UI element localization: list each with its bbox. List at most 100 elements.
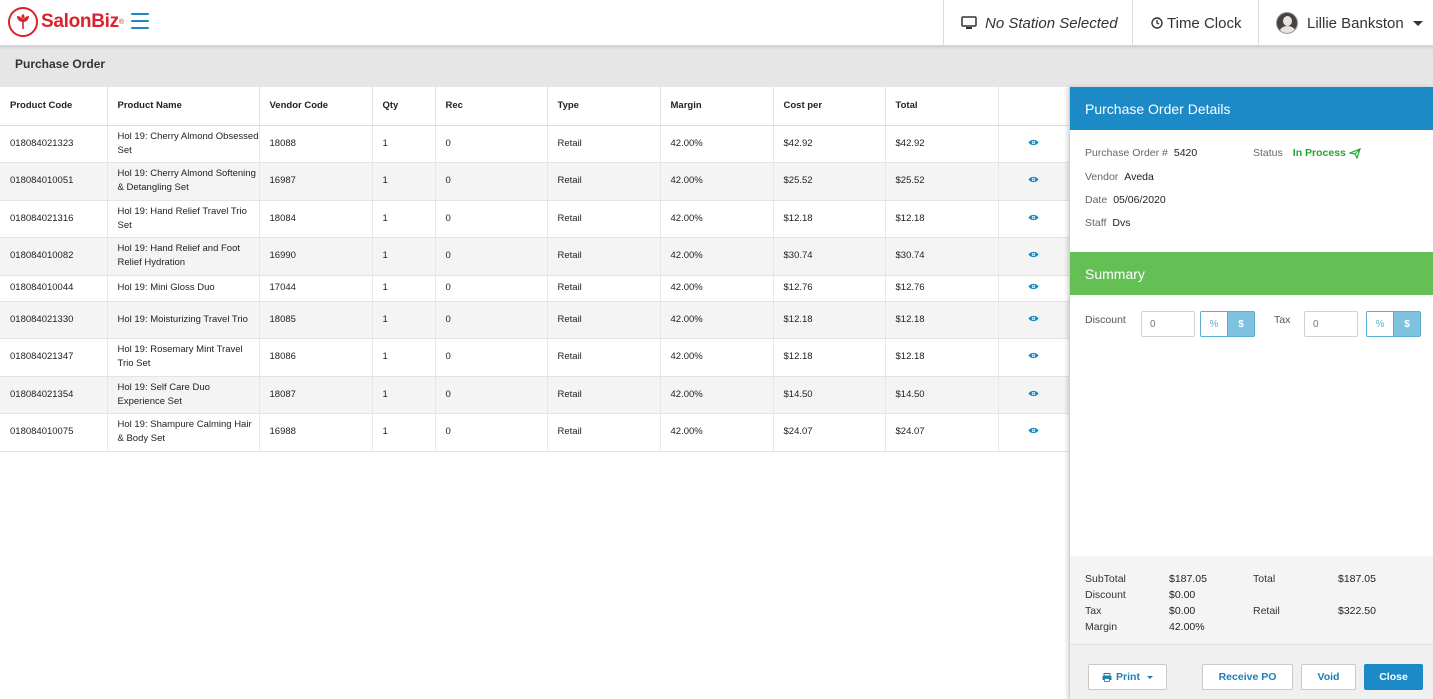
type-cell: Retail bbox=[547, 301, 661, 339]
station-selector[interactable]: No Station Selected bbox=[961, 0, 1118, 46]
type-cell: Retail bbox=[547, 338, 661, 377]
actions-cell bbox=[998, 275, 1070, 302]
column-header-vendor-code[interactable]: Vendor Code bbox=[259, 87, 373, 126]
total-value: $187.05 bbox=[1338, 573, 1376, 585]
type-cell: Retail bbox=[547, 237, 661, 276]
hamburger-menu-icon[interactable] bbox=[131, 13, 149, 29]
eye-icon[interactable] bbox=[1028, 174, 1039, 183]
eye-icon[interactable] bbox=[1028, 137, 1039, 145]
void-button[interactable]: Void bbox=[1301, 664, 1356, 690]
product-code-cell: 018084010082 bbox=[0, 237, 108, 276]
total-cell: $42.92 bbox=[885, 125, 999, 163]
chevron-down-icon bbox=[1412, 20, 1423, 26]
table-row[interactable]: 018084010051 Hol 19: Cherry Almond Soften… bbox=[0, 162, 1070, 201]
eye-icon[interactable] bbox=[1028, 313, 1039, 321]
column-header-margin[interactable]: Margin bbox=[660, 87, 774, 126]
topbar-divider bbox=[1258, 0, 1259, 46]
eye-icon[interactable] bbox=[1028, 281, 1039, 290]
total-cell: $12.76 bbox=[885, 275, 999, 302]
table-row[interactable]: 018084010044 Hol 19: Mini Gloss Duo 17044 1… bbox=[0, 275, 1070, 302]
type-cell: Retail bbox=[547, 275, 661, 302]
tax-input[interactable] bbox=[1304, 311, 1358, 337]
column-header-product-name[interactable]: Product Name bbox=[107, 87, 260, 126]
discount-dollar-button[interactable]: $ bbox=[1228, 312, 1254, 336]
eye-icon[interactable] bbox=[1028, 425, 1039, 434]
table-row[interactable]: 018084021323 Hol 19: Cherry Almond Obsess… bbox=[0, 125, 1070, 163]
table-row[interactable]: 018084021354 Hol 19: Self Care Duo Experi… bbox=[0, 376, 1070, 414]
product-name-cell: Hol 19: Hand Relief and Foot Relief Hydr… bbox=[107, 237, 260, 276]
salonbiz-logo-icon bbox=[8, 7, 38, 37]
column-header-cost-per[interactable]: Cost per bbox=[773, 87, 886, 126]
table-row[interactable]: 018084010082 Hol 19: Hand Relief and Foot… bbox=[0, 237, 1070, 276]
cost-per-cell: $12.18 bbox=[773, 338, 886, 377]
qty-cell: 1 bbox=[372, 162, 436, 201]
eye-icon[interactable] bbox=[1028, 350, 1039, 359]
actions-cell bbox=[998, 125, 1070, 163]
time-clock-button[interactable]: Time Clock bbox=[1151, 0, 1241, 46]
top-bar: SalonBiz ® No Station Selected Time Clock… bbox=[0, 0, 1433, 46]
column-header-qty[interactable]: Qty bbox=[372, 87, 436, 126]
summary-title: Summary bbox=[1070, 252, 1433, 295]
receive-po-button[interactable]: Receive PO bbox=[1202, 664, 1293, 690]
qty-cell: 1 bbox=[372, 301, 436, 339]
table-row[interactable]: 018084021330 Hol 19: Moisturizing Travel … bbox=[0, 301, 1070, 339]
tax-label: Tax bbox=[1274, 314, 1291, 326]
column-header-total[interactable]: Total bbox=[885, 87, 999, 126]
staff-label: Staff bbox=[1085, 217, 1107, 229]
order-details: Purchase Order # 5420 Status In Process … bbox=[1070, 130, 1433, 252]
cost-per-cell: $24.07 bbox=[773, 413, 886, 452]
eye-icon[interactable] bbox=[1028, 212, 1039, 220]
vendor-label: Vendor bbox=[1085, 171, 1119, 183]
print-button[interactable]: Print bbox=[1088, 664, 1167, 690]
po-number-label: Purchase Order # bbox=[1085, 147, 1168, 159]
logo-registered-mark: ® bbox=[118, 18, 125, 26]
discount-input[interactable] bbox=[1141, 311, 1195, 337]
vendor-row: Vendor Aveda bbox=[1085, 171, 1154, 183]
close-button[interactable]: Close bbox=[1364, 664, 1423, 690]
actions-cell bbox=[998, 338, 1070, 377]
eye-icon[interactable] bbox=[1028, 388, 1039, 396]
po-number-row: Purchase Order # 5420 bbox=[1085, 147, 1197, 159]
total-cell: $30.74 bbox=[885, 237, 999, 276]
time-clock-label: Time Clock bbox=[1167, 14, 1242, 32]
discount-total-label: Discount bbox=[1085, 589, 1126, 601]
rec-cell: 0 bbox=[435, 200, 548, 238]
discount-percent-button[interactable]: % bbox=[1201, 312, 1228, 336]
vendor-value: Aveda bbox=[1124, 171, 1154, 183]
tax-total-label: Tax bbox=[1085, 605, 1102, 617]
tax-dollar-button[interactable]: $ bbox=[1394, 312, 1420, 336]
tax-percent-button[interactable]: % bbox=[1367, 312, 1394, 336]
column-header-type[interactable]: Type bbox=[547, 87, 661, 126]
vendor-code-cell: 18087 bbox=[259, 376, 373, 414]
cost-per-cell: $30.74 bbox=[773, 237, 886, 276]
discount-type-toggle: % $ bbox=[1200, 311, 1255, 337]
chevron-down-icon bbox=[1146, 675, 1153, 679]
panel-title: Purchase Order Details bbox=[1070, 87, 1433, 130]
retail-label: Retail bbox=[1253, 605, 1280, 617]
vendor-code-cell: 16988 bbox=[259, 413, 373, 452]
type-cell: Retail bbox=[547, 200, 661, 238]
product-name-cell: Hol 19: Shampure Calming Hair & Body Set bbox=[107, 413, 260, 452]
status-badge: In Process bbox=[1293, 147, 1361, 159]
table-row[interactable]: 018084021316 Hol 19: Hand Relief Travel T… bbox=[0, 200, 1070, 238]
column-header-product-code[interactable]: Product Code bbox=[0, 87, 108, 126]
total-cell: $24.07 bbox=[885, 413, 999, 452]
eye-icon[interactable] bbox=[1028, 249, 1039, 258]
table-row[interactable]: 018084010075 Hol 19: Shampure Calming Hai… bbox=[0, 413, 1070, 452]
table-row[interactable]: 018084021347 Hol 19: Rosemary Mint Travel… bbox=[0, 338, 1070, 377]
user-menu[interactable]: Lillie Bankston bbox=[1276, 0, 1423, 46]
vendor-code-cell: 17044 bbox=[259, 275, 373, 302]
product-code-cell: 018084021316 bbox=[0, 200, 108, 238]
total-cell: $14.50 bbox=[885, 376, 999, 414]
date-row: Date 05/06/2020 bbox=[1085, 194, 1166, 206]
vendor-code-cell: 18086 bbox=[259, 338, 373, 377]
qty-cell: 1 bbox=[372, 200, 436, 238]
total-cell: $25.52 bbox=[885, 162, 999, 201]
column-header-rec[interactable]: Rec bbox=[435, 87, 548, 126]
total-cell: $12.18 bbox=[885, 338, 999, 377]
totals-summary: SubTotal $187.05 Discount $0.00 Tax $0.0… bbox=[1070, 556, 1433, 644]
vendor-code-cell: 18084 bbox=[259, 200, 373, 238]
salonbiz-logo[interactable]: SalonBiz ® bbox=[8, 7, 124, 37]
cost-per-cell: $12.18 bbox=[773, 301, 886, 339]
product-name-cell: Hol 19: Cherry Almond Obsessed Set bbox=[107, 125, 260, 163]
